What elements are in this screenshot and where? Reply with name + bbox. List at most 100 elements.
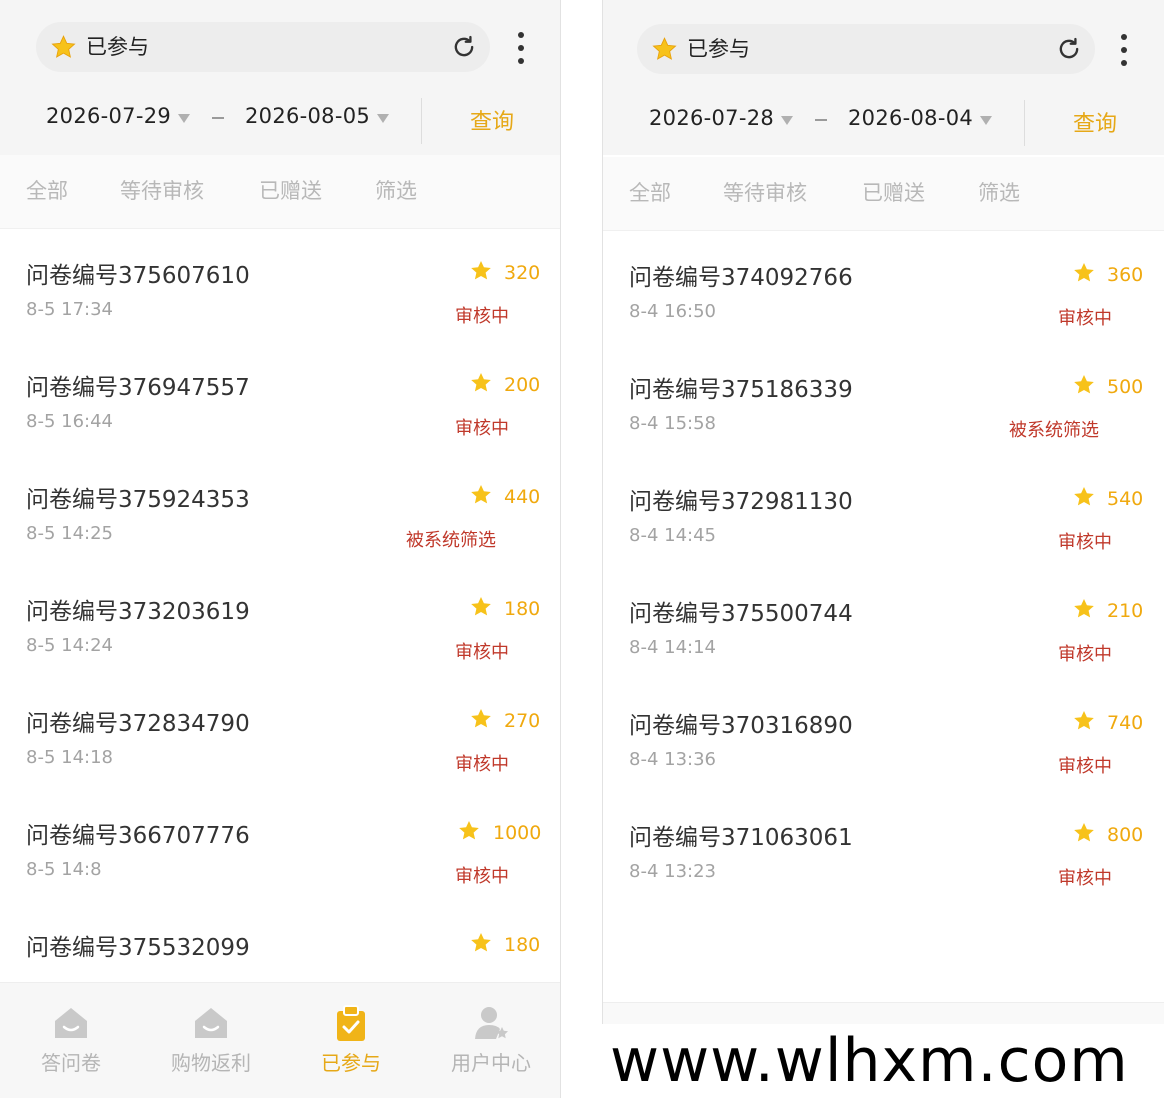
star-icon bbox=[1074, 711, 1094, 730]
tab-gifted[interactable]: 已赠送 bbox=[862, 177, 925, 207]
list-item[interactable]: 问卷编号374092766 8-4 16:50 360 审核中 bbox=[603, 232, 1164, 344]
points-value: 540 bbox=[1107, 488, 1144, 510]
survey-time: 8-4 14:45 bbox=[629, 525, 716, 546]
star-icon bbox=[1074, 263, 1094, 282]
list-item[interactable]: 问卷编号376947557 8-5 16:44 200 审核中 bbox=[0, 342, 560, 454]
more-icon[interactable] bbox=[1115, 32, 1133, 68]
bottom-nav: 答问卷 购物返利 已参与 用户中心 bbox=[0, 982, 560, 1098]
status-badge: 审核中 bbox=[1058, 532, 1112, 553]
status-badge: 审核中 bbox=[1058, 868, 1112, 889]
query-button[interactable]: 查询 bbox=[470, 104, 514, 136]
tab-filtered[interactable]: 筛选 bbox=[978, 177, 1020, 207]
tab-all[interactable]: 全部 bbox=[629, 177, 671, 207]
tab-pending[interactable]: 等待审核 bbox=[723, 177, 807, 207]
survey-id: 问卷编号375607610 bbox=[26, 263, 250, 289]
home-icon bbox=[55, 1008, 87, 1038]
survey-time: 8-5 14:24 bbox=[26, 635, 113, 656]
chevron-down-icon[interactable] bbox=[781, 116, 793, 125]
survey-time: 8-5 14:18 bbox=[26, 747, 113, 768]
points-value: 180 bbox=[504, 934, 541, 956]
nav-answer-survey[interactable]: 答问卷 bbox=[16, 1003, 126, 1076]
watermark-text: www.wlhxm.com bbox=[610, 1026, 1129, 1096]
star-icon bbox=[1074, 823, 1094, 842]
nav-participated[interactable]: 已参与 bbox=[296, 1003, 406, 1076]
survey-time: 8-4 13:23 bbox=[629, 861, 716, 882]
list-item[interactable]: 问卷编号372834790 8-5 14:18 270 审核中 bbox=[0, 678, 560, 790]
top-bar: 已参与 2026-07-29 2026-08-05 查询 bbox=[0, 0, 560, 155]
list-item[interactable]: 问卷编号373203619 8-5 14:24 180 审核中 bbox=[0, 566, 560, 678]
survey-id: 问卷编号373203619 bbox=[26, 599, 250, 625]
start-date-picker[interactable]: 2026-07-29 bbox=[46, 104, 171, 128]
date-range-bar: 2026-07-29 2026-08-05 查询 bbox=[0, 98, 560, 146]
refresh-icon[interactable] bbox=[1055, 35, 1083, 63]
list-item[interactable]: 问卷编号366707776 8-5 14:8 1000 审核中 bbox=[0, 790, 560, 902]
survey-time: 8-4 13:36 bbox=[629, 749, 716, 770]
list-item[interactable]: 问卷编号375607610 8-5 17:34 320 审核中 bbox=[0, 230, 560, 342]
survey-time: 8-5 16:44 bbox=[26, 411, 113, 432]
survey-time: 8-5 17:34 bbox=[26, 299, 113, 320]
tab-all[interactable]: 全部 bbox=[26, 175, 68, 205]
survey-id: 问卷编号372834790 bbox=[26, 711, 250, 737]
filter-tabs: 全部 等待审核 已赠送 筛选 bbox=[0, 155, 560, 229]
survey-time: 8-5 14:8 bbox=[26, 859, 102, 880]
page-title: 已参与 bbox=[86, 35, 149, 59]
survey-id: 问卷编号375924353 bbox=[26, 487, 250, 513]
survey-id: 问卷编号375500744 bbox=[629, 601, 853, 627]
refresh-icon[interactable] bbox=[450, 33, 478, 61]
points-value: 500 bbox=[1107, 376, 1144, 398]
star-icon bbox=[471, 485, 491, 504]
start-date-picker[interactable]: 2026-07-28 bbox=[649, 106, 774, 130]
points-value: 1000 bbox=[493, 822, 542, 844]
survey-id: 问卷编号375532099 bbox=[26, 935, 250, 961]
tab-filtered[interactable]: 筛选 bbox=[375, 175, 417, 205]
star-icon bbox=[1074, 375, 1094, 394]
points-value: 200 bbox=[504, 374, 541, 396]
points-value: 800 bbox=[1107, 824, 1144, 846]
list-item[interactable]: 问卷编号372981130 8-4 14:45 540 审核中 bbox=[603, 456, 1164, 568]
status-badge: 审核中 bbox=[1058, 308, 1112, 329]
nav-shopping-rebate[interactable]: 购物返利 bbox=[156, 1003, 266, 1076]
title-pill: 已参与 bbox=[637, 24, 1095, 74]
survey-id: 问卷编号374092766 bbox=[629, 265, 853, 291]
status-badge: 审核中 bbox=[455, 866, 509, 887]
tab-gifted[interactable]: 已赠送 bbox=[259, 175, 322, 205]
status-badge: 审核中 bbox=[455, 306, 509, 327]
tab-pending[interactable]: 等待审核 bbox=[120, 175, 204, 205]
list-item[interactable]: 问卷编号375186339 8-4 15:58 500 被系统筛选 bbox=[603, 344, 1164, 456]
list-item[interactable]: 问卷编号375500744 8-4 14:14 210 审核中 bbox=[603, 568, 1164, 680]
chevron-down-icon[interactable] bbox=[377, 114, 389, 123]
list-item[interactable]: 问卷编号370316890 8-4 13:36 740 审核中 bbox=[603, 680, 1164, 792]
user-icon bbox=[475, 1007, 508, 1039]
divider bbox=[421, 98, 422, 144]
home-icon bbox=[195, 1008, 227, 1038]
survey-id: 问卷编号375186339 bbox=[629, 377, 853, 403]
end-date-picker[interactable]: 2026-08-04 bbox=[848, 106, 973, 130]
list-item[interactable]: 问卷编号375924353 8-5 14:25 440 被系统筛选 bbox=[0, 454, 560, 566]
nav-user-center[interactable]: 用户中心 bbox=[436, 1003, 546, 1076]
star-icon bbox=[471, 261, 491, 280]
divider bbox=[1024, 100, 1025, 146]
star-icon bbox=[51, 35, 76, 58]
survey-time: 8-4 14:14 bbox=[629, 637, 716, 658]
list-item[interactable]: 问卷编号371063061 8-4 13:23 800 审核中 bbox=[603, 792, 1164, 904]
star-icon bbox=[471, 709, 491, 728]
panel-gap bbox=[562, 0, 602, 1098]
survey-id: 问卷编号376947557 bbox=[26, 375, 250, 401]
date-separator bbox=[212, 117, 224, 119]
status-badge: 审核中 bbox=[455, 754, 509, 775]
survey-id: 问卷编号371063061 bbox=[629, 825, 853, 851]
date-separator bbox=[815, 119, 827, 121]
end-date-picker[interactable]: 2026-08-05 bbox=[245, 104, 370, 128]
points-value: 270 bbox=[504, 710, 541, 732]
watermark: www.wlhxm.com bbox=[570, 1024, 1164, 1098]
left-screen: 已参与 2026-07-29 2026-08-05 查询 全部 等待审核 已赠送… bbox=[0, 0, 561, 1098]
chevron-down-icon[interactable] bbox=[178, 114, 190, 123]
chevron-down-icon[interactable] bbox=[980, 116, 992, 125]
points-value: 180 bbox=[504, 598, 541, 620]
star-icon bbox=[652, 37, 677, 60]
query-button[interactable]: 查询 bbox=[1073, 106, 1117, 138]
survey-id: 问卷编号366707776 bbox=[26, 823, 250, 849]
star-icon bbox=[471, 933, 491, 952]
more-icon[interactable] bbox=[512, 30, 530, 66]
status-badge: 审核中 bbox=[455, 418, 509, 439]
